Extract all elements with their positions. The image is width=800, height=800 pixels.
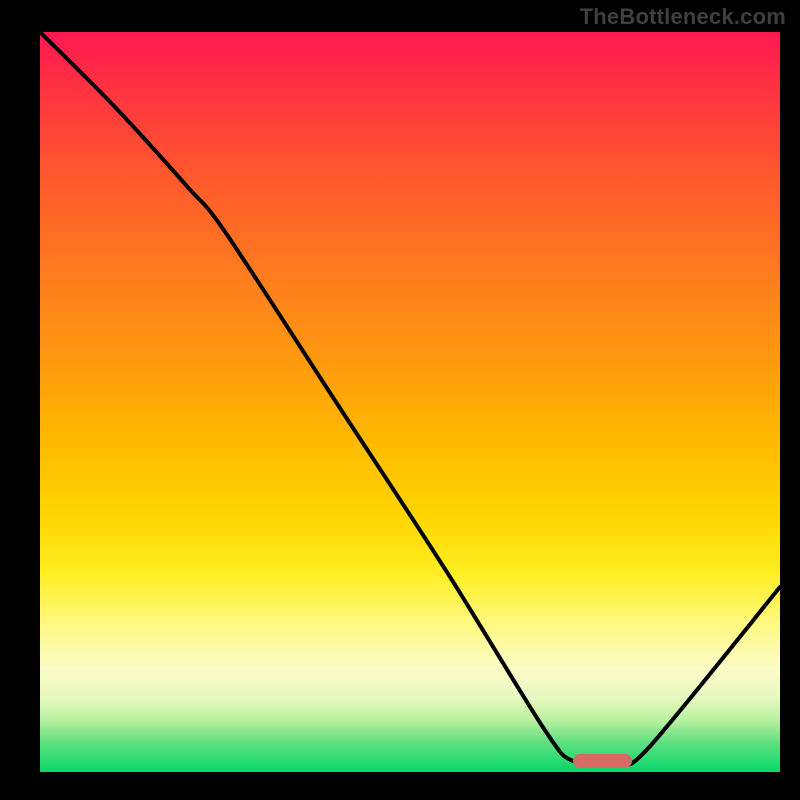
curve-path: [40, 32, 780, 765]
chart-frame: TheBottleneck.com: [0, 0, 800, 800]
source-attribution: TheBottleneck.com: [580, 4, 786, 30]
plot-area: [32, 32, 780, 780]
optimal-range-marker: [573, 754, 632, 768]
line-plot: [40, 32, 780, 772]
